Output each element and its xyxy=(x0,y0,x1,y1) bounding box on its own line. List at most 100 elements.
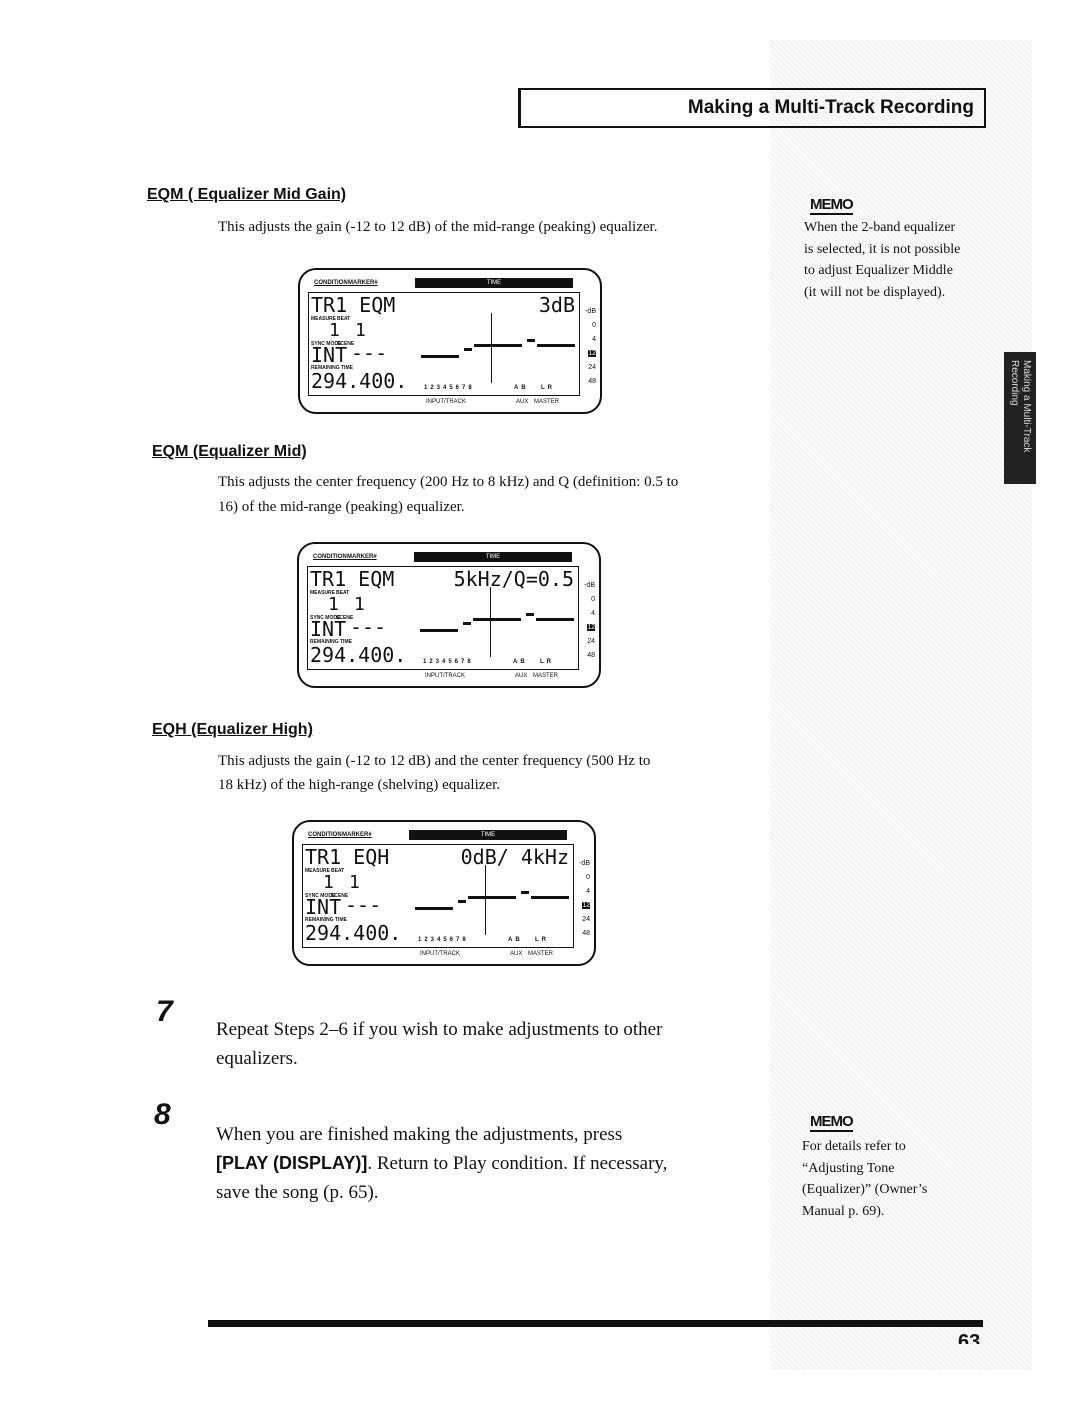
sync-value: INT xyxy=(305,895,342,919)
memo-line: to adjust Equalizer Middle xyxy=(804,263,953,278)
memo-line: (Equalizer)” (Owner’s xyxy=(802,1182,928,1197)
level-bar xyxy=(421,355,459,358)
sync-value: INT xyxy=(311,343,348,367)
cursor-line xyxy=(485,865,486,935)
parameter-value: 5kHz/Q=0.5 xyxy=(453,567,574,591)
db-scale-label: 48 xyxy=(582,930,590,937)
db-scale-label: 0 xyxy=(592,322,596,329)
memo-icon: MEMO xyxy=(810,196,854,215)
remaining-value: 294.400. xyxy=(311,369,408,393)
step-8-line1: When you are finished making the adjustm… xyxy=(216,1124,623,1145)
scene-value: --- xyxy=(350,615,387,639)
aux-label: AUX xyxy=(515,673,528,679)
beat-value: 1 xyxy=(355,320,366,341)
condition-label: CONDITION xyxy=(313,554,347,560)
db-scale-label: 12 xyxy=(587,624,595,631)
memo-line: Manual p. 69). xyxy=(802,1203,885,1219)
scene-value: --- xyxy=(351,341,388,365)
channel-numbers: 12345678 xyxy=(424,385,475,391)
step-8-line3: save the song (p. 65). xyxy=(216,1182,379,1203)
db-scale-label: 24 xyxy=(582,916,590,923)
header-title: Making a Multi-Track Recording xyxy=(687,97,974,118)
scene-value: --- xyxy=(345,893,382,917)
lcd-display: CONDITION MARKER# TIME TR1 EQM 3dB MEASU… xyxy=(298,268,602,414)
level-bar xyxy=(521,891,529,894)
channel-numbers: 12345678 xyxy=(423,659,474,665)
marker-label: MARKER# xyxy=(342,832,372,838)
level-bar xyxy=(536,618,574,621)
db-scale-label: -dB xyxy=(585,308,596,315)
tab-line1: Making a Multi-Track xyxy=(1021,360,1032,453)
step-8-line2-rest: . Return to Play condition. If necessary… xyxy=(367,1153,668,1174)
master-channels: LR xyxy=(541,385,555,391)
section-header: Making a Multi-Track Recording xyxy=(518,88,986,128)
level-bar xyxy=(527,339,535,342)
aux-channels: AB xyxy=(514,385,529,391)
heading-eqh: EQH (Equalizer High) xyxy=(152,721,313,738)
level-bar xyxy=(464,348,472,351)
aux-channels: AB xyxy=(508,937,523,943)
remaining-value: 294.400. xyxy=(305,921,402,945)
input-track-label: INPUT/TRACK xyxy=(426,399,467,405)
memo-icon: MEMO xyxy=(810,1113,854,1132)
remaining-value: 294.400. xyxy=(310,643,407,667)
db-scale-label: 12 xyxy=(588,350,596,357)
aux-channels: AB xyxy=(513,659,528,665)
body-eqh-2: 18 kHz) of the high-range (shelving) equ… xyxy=(218,777,500,793)
master-channels: LR xyxy=(535,937,549,943)
master-channels: LR xyxy=(540,659,554,665)
step-7-line2: equalizers. xyxy=(216,1048,298,1069)
sync-value: INT xyxy=(310,617,347,641)
heading-eqm: EQM (Equalizer Mid) xyxy=(152,443,307,460)
chapter-tab: Making a Multi-Track Recording xyxy=(1004,352,1036,484)
time-label: TIME xyxy=(414,552,572,562)
memo-line: “Adjusting Tone xyxy=(802,1160,895,1176)
measure-value: 1 xyxy=(329,320,340,341)
tab-line2: Recording xyxy=(1009,360,1020,406)
level-bar xyxy=(473,618,521,621)
step-number: 8 xyxy=(154,1098,171,1131)
cursor-line xyxy=(490,587,491,657)
step-7-line1: Repeat Steps 2–6 if you wish to make adj… xyxy=(216,1019,663,1040)
lcd-display: CONDITION MARKER# TIME TR1 EQH 0dB/ 4kHz… xyxy=(292,820,596,966)
lcd-screen: TR1 EQH 0dB/ 4kHz MEASURE BEAT 11 SYNC MO… xyxy=(302,844,574,948)
memo-text: When the 2-band equalizer is selected, it… xyxy=(804,217,960,303)
play-display-key: [PLAY (DISPLAY)] xyxy=(216,1153,368,1173)
db-scale-label: 4 xyxy=(586,888,590,895)
level-bar xyxy=(420,629,458,632)
master-label: MASTER xyxy=(528,951,554,957)
db-scale-label: 24 xyxy=(587,638,595,645)
parameter-name: TR1 EQM xyxy=(311,293,396,317)
level-bar xyxy=(458,900,466,903)
level-bar xyxy=(415,907,453,910)
db-scale-label: 4 xyxy=(591,610,595,617)
parameter-value: 0dB/ 4kHz xyxy=(460,845,569,869)
db-scale-label: 0 xyxy=(591,596,595,603)
level-bar xyxy=(531,896,569,899)
level-bar xyxy=(468,896,516,899)
level-bar xyxy=(474,344,522,347)
master-label: MASTER xyxy=(534,399,560,405)
manual-page: Making a Multi-Track Recording EQM ( Equ… xyxy=(0,0,1080,1404)
memo-text: For details refer to “Adjusting Tone (Equa… xyxy=(802,1136,927,1222)
db-scale-label: 24 xyxy=(588,364,596,371)
measure-value: 1 xyxy=(323,872,334,893)
measure-value: 1 xyxy=(328,594,339,615)
db-scale-label: 4 xyxy=(592,336,596,343)
lcd-screen: TR1 EQM 5kHz/Q=0.5 MEASURE BEAT 11 SYNC M… xyxy=(307,566,579,670)
page-number: 63 xyxy=(958,1332,981,1344)
memo-line: (it will not be displayed). xyxy=(804,284,946,300)
input-track-label: INPUT/TRACK xyxy=(425,673,466,679)
level-bar xyxy=(537,344,575,347)
time-label: TIME xyxy=(409,830,567,840)
channel-numbers: 12345678 xyxy=(418,937,469,943)
db-scale-label: 12 xyxy=(582,902,590,909)
condition-label: CONDITION xyxy=(314,280,348,286)
memo-line: is selected, it is not possible xyxy=(804,241,961,257)
step-8-line2: [PLAY (DISPLAY)]. Return to Play conditi… xyxy=(216,1149,667,1178)
parameter-value: 3dB xyxy=(538,293,575,317)
db-scale-label: 0 xyxy=(586,874,590,881)
db-scale-label: -dB xyxy=(579,860,590,867)
db-scale-label: -dB xyxy=(584,582,595,589)
body-eqm-2: 16) of the mid-range (peaking) equalizer… xyxy=(218,499,465,515)
